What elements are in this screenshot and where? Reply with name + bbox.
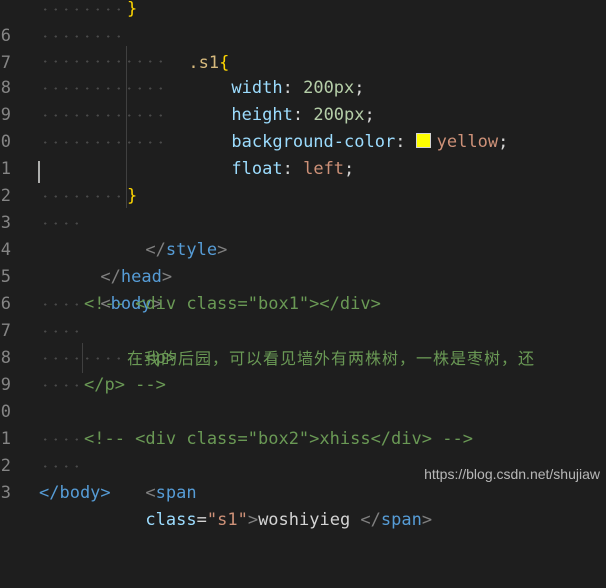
code-line[interactable]: 7 .s1{ bbox=[0, 23, 606, 73]
text-content: 在我的后园，可以看见墙外有两株树，一株是枣树，还 bbox=[127, 349, 536, 368]
code-line[interactable]: 0 </p> --> bbox=[0, 372, 606, 422]
code-line[interactable]: 5 </head> bbox=[0, 237, 606, 287]
text-content: woshiyieg bbox=[258, 510, 361, 530]
watermark-text: https://blog.csdn.net/shujiaw bbox=[424, 466, 600, 482]
html-attribute: class bbox=[145, 510, 197, 530]
code-editor[interactable]: 6 } 7 .s1{ 8 width: 200px; 9 height: 200… bbox=[0, 0, 606, 530]
code-line[interactable]: 9 height: 200px; bbox=[0, 75, 606, 125]
code-line[interactable]: 8 width: 200px; bbox=[0, 48, 606, 98]
code-line[interactable]: 1 bbox=[0, 399, 606, 449]
code-line[interactable]: 0 background-color: yellow; bbox=[0, 102, 606, 152]
code-line[interactable]: 4 </style> bbox=[0, 210, 606, 260]
attribute-value: "s1" bbox=[206, 510, 248, 530]
code-line[interactable]: 2 bbox=[0, 156, 606, 206]
code-line[interactable]: 2 <!-- <div class="box2">xhiss</div> --> bbox=[0, 426, 606, 476]
html-tag: span bbox=[380, 510, 422, 530]
code-line[interactable]: </body> bbox=[0, 480, 606, 507]
html-comment: </p> --> bbox=[84, 375, 166, 395]
html-comment: <!-- <div class="box2">xhiss</div> --> bbox=[84, 429, 473, 449]
html-tag: </body> bbox=[39, 483, 111, 503]
code-line[interactable]: 8 <p> bbox=[0, 318, 606, 368]
code-line[interactable]: 9 在我的后园，可以看见墙外有两株树，一株是枣树，还 bbox=[0, 345, 606, 395]
code-line[interactable]: 1 float: left; bbox=[0, 129, 606, 179]
closing-brace: } bbox=[127, 186, 138, 206]
code-line[interactable]: 6 <body> bbox=[0, 264, 606, 314]
code-line[interactable]: 6 } bbox=[0, 0, 606, 46]
code-line[interactable]: 3 } bbox=[0, 183, 606, 233]
closing-brace: } bbox=[127, 0, 138, 19]
code-line[interactable]: 7 <!-- <div class="box1"></div> bbox=[0, 291, 606, 341]
html-comment: <!-- <div class="box1"></div> bbox=[84, 294, 381, 314]
